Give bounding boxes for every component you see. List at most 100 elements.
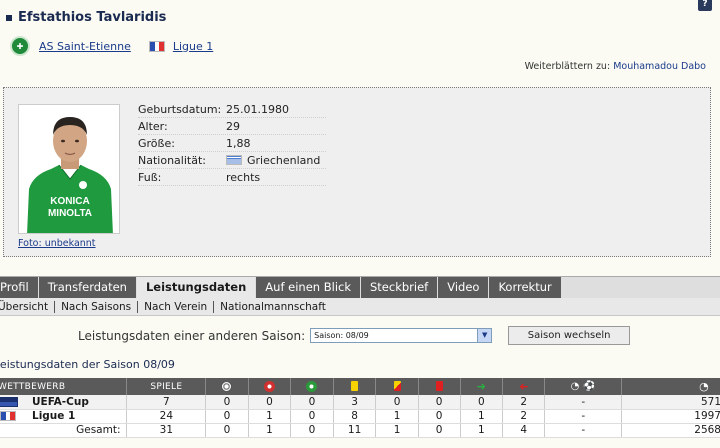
fact-label: Nationalität: [138,153,206,167]
competition-cell[interactable]: Ligue 1 [0,409,128,424]
competition-name[interactable]: Ligue 1 [32,410,75,422]
shirt-sponsor-line-2: MINOLTA [48,208,92,219]
tab-leistungsdaten[interactable]: Leistungsdaten [136,277,257,299]
fact-value: 25.01.1980 [226,102,289,116]
league-link[interactable]: Ligue 1 [173,40,213,53]
stat-cell: 1 [375,423,419,438]
season-heading: Leistungsdaten der Saison 08/09 [0,358,175,371]
main-tabs: Profil Transferdaten Leistungsdaten Auf … [0,276,720,299]
shirt-sponsor-line-1: KONICA [50,196,89,207]
subtab-nationalmannschaft[interactable]: Nationalmannschaft [214,301,332,313]
minutes-cell: 2568 [621,423,720,438]
club-row: ✚ AS Saint-Etienne Ligue 1 [10,36,213,56]
stat-cell: - [544,409,623,424]
stat-cell: 0 [205,395,249,410]
stat-cell: 1 [375,409,419,424]
col-sub-in[interactable]: ➜ [460,378,504,395]
tab-profil[interactable]: Profil [0,277,39,299]
minutes-cell: 571 [621,395,720,410]
stat-cell: 0 [290,423,334,438]
stat-cell: - [544,395,623,410]
games-cell: 7 [126,395,207,410]
sub-tabs: Übersicht Nach Saisons Nach Verein Natio… [0,298,720,316]
bullet-square-icon [6,14,12,21]
stat-cell: 1 [460,423,504,438]
help-icon[interactable]: ? [698,0,712,11]
stat-cell: 0 [290,409,334,424]
nationality-text: Griechenland [247,153,321,167]
stat-cell: 0 [375,395,419,410]
stat-cell: 0 [290,395,334,410]
col-minutes-per-goal[interactable]: ◔ ⚽ [544,378,623,395]
stat-cell: 2 [502,409,546,424]
fact-nationality: Nationalität: Griechenland [138,152,326,169]
stat-cell: 0 [205,423,249,438]
fact-label: Fuß: [138,170,162,184]
col-sub-goals[interactable] [290,378,334,395]
sub-in-icon: ➜ [476,380,487,393]
player-name: Efstathios Tavlaridis [18,10,167,25]
tab-korrektur[interactable]: Korrektur [489,277,562,299]
col-sub-out[interactable]: ➜ [502,378,546,395]
stat-cell: 0 [418,409,461,424]
games-cell: 24 [126,409,207,424]
fact-value: 29 [226,119,240,133]
season-select[interactable]: Saison: 08/09 ▼ [310,328,493,343]
subtab-nach-saisons[interactable]: Nach Saisons [55,300,139,313]
stat-cell: 0 [460,395,504,410]
stat-cell: 2 [502,395,546,410]
tab-video[interactable]: Video [438,277,490,299]
col-games[interactable]: SPIELE [126,378,207,395]
col-goals[interactable] [205,378,249,395]
fact-label: Größe: [138,136,175,150]
season-selector-row: Leistungsdaten einer anderen Saison: Sai… [78,326,631,345]
tab-transferdaten[interactable]: Transferdaten [38,277,137,299]
table-row: UEFA-Cup 7 0 0 0 3 0 0 0 2 - 571 [0,395,720,410]
switch-season-button[interactable]: Saison wechseln [508,326,631,345]
total-row: Gesamt: 31 0 1 0 11 1 0 1 4 - 2568 [0,423,720,438]
fact-value: rechts [226,170,261,184]
tab-steckbrief[interactable]: Steckbrief [361,277,439,299]
col-minutes[interactable]: ◔ [621,378,720,395]
france-flag-icon [0,411,16,421]
greece-flag-icon [226,155,242,165]
subtab-uebersicht[interactable]: Übersicht [0,300,56,313]
next-player-link[interactable]: Mouhamadou Dabo [613,61,706,72]
stat-cell: 1 [248,409,292,424]
next-player-row: Weiterblättern zu: Mouhamadou Dabo [525,61,706,72]
uefa-cup-icon [0,396,18,407]
minutes-per-goal-icon: ◔ ⚽ [570,381,596,392]
club-link[interactable]: AS Saint-Etienne [39,40,131,53]
sub-out-icon: ➜ [518,380,529,393]
yellow-red-card-icon [393,381,401,392]
chevron-down-icon[interactable]: ▼ [477,329,492,342]
subtab-nach-verein[interactable]: Nach Verein [138,300,215,313]
col-own-goals[interactable] [248,378,292,395]
stat-cell: 4 [502,423,546,438]
stat-cell: 0 [418,395,461,410]
fact-value: 1,88 [226,136,251,150]
col-yellow-cards[interactable] [333,378,377,395]
stat-cell: 0 [418,423,461,438]
competition-name[interactable]: UEFA-Cup [32,396,89,408]
total-label: Gesamt: [0,423,128,438]
own-goal-ball-icon [263,381,275,392]
competition-cell[interactable]: UEFA-Cup [0,395,128,410]
col-competition[interactable]: WETTBEWERB [0,378,128,395]
stat-cell: 0 [205,409,249,424]
col-yellow-red-cards[interactable] [375,378,419,395]
fact-foot: Fuß: rechts [138,169,326,186]
stat-cell: 11 [333,423,377,438]
photo-credit-link[interactable]: Foto: unbekannt [18,238,96,249]
stat-cell: 3 [333,395,377,410]
club-crest-icon[interactable]: ✚ [10,36,30,56]
col-red-cards[interactable] [418,378,461,395]
stat-cell: 0 [248,395,292,410]
red-card-icon [435,381,443,392]
next-prefix: Weiterblättern zu: [524,61,611,72]
fact-age: Alter: 29 [138,118,326,135]
tab-auf-einen-blick[interactable]: Auf einen Blick [256,277,361,299]
table-row: Ligue 1 24 0 1 0 8 1 0 1 2 - 1997 [0,409,720,424]
stat-cell: 8 [333,409,377,424]
stats-header-row: WETTBEWERB SPIELE ➜ ➜ ◔ ⚽ ◔ [0,378,720,395]
